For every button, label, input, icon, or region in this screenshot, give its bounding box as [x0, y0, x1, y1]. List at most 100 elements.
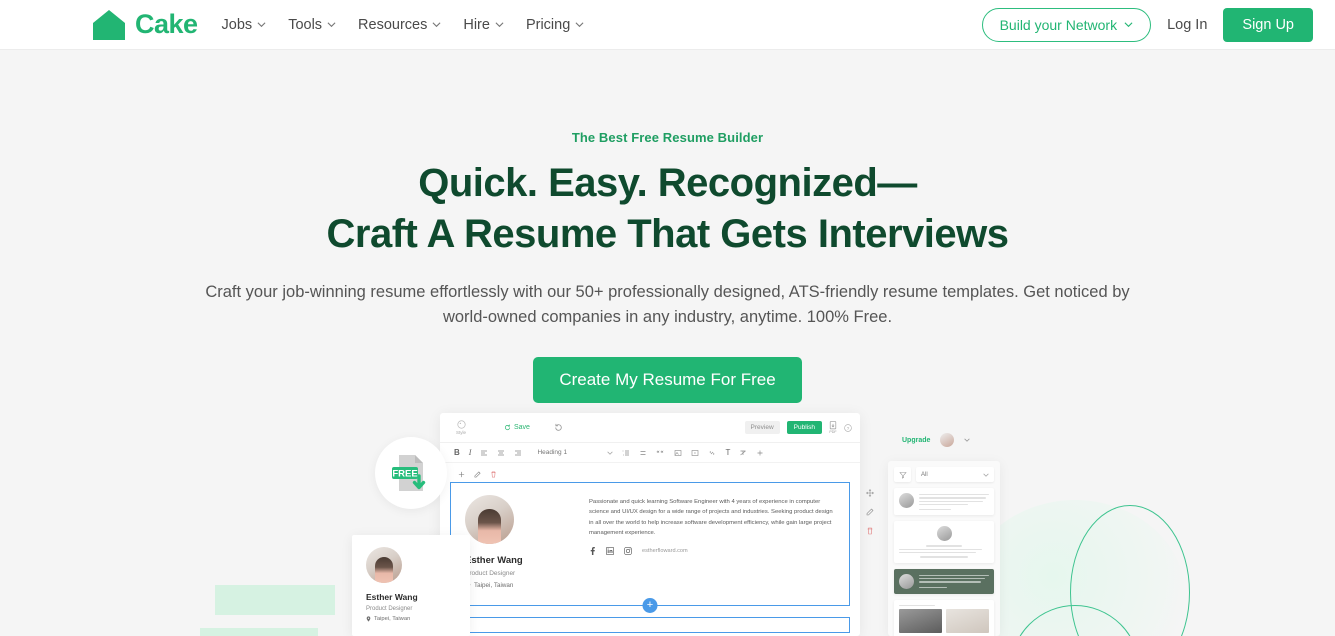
clear-format-icon[interactable] [739, 449, 747, 457]
location-pin-icon [366, 616, 371, 622]
pdf-download-icon [829, 420, 837, 429]
signup-button[interactable]: Sign Up [1223, 7, 1313, 42]
template-panel-header: All [894, 467, 994, 482]
save-button[interactable]: Save [504, 424, 530, 431]
preview-location: Taipei, Taiwan [366, 616, 456, 622]
numbered-list-icon[interactable] [622, 449, 630, 457]
delete-block-icon[interactable] [490, 471, 497, 478]
add-block-icon[interactable] [458, 471, 465, 478]
nav-item-resources[interactable]: Resources [358, 17, 441, 33]
resume-website[interactable]: estherfloward.com [642, 548, 688, 554]
logo[interactable]: Cake [92, 9, 198, 41]
chevron-down-icon[interactable] [964, 437, 971, 443]
build-network-label: Build your Network [999, 16, 1118, 33]
instagram-icon[interactable] [624, 547, 632, 556]
help-icon[interactable]: ? [844, 423, 852, 432]
italic-button[interactable]: I [469, 448, 472, 457]
nav-item-label: Resources [358, 16, 428, 33]
editor-topbar-actions: Preview Publish PDF ? [744, 420, 852, 435]
svg-text:?: ? [847, 425, 850, 430]
edit-block-icon[interactable] [474, 471, 481, 478]
template-card[interactable] [894, 599, 994, 636]
build-network-button[interactable]: Build your Network [981, 7, 1152, 42]
align-left-icon[interactable] [480, 449, 488, 457]
link-icon[interactable] [708, 449, 716, 457]
editor-topbar: Style Save Preview Publish PDF ? [440, 413, 860, 443]
editor-account-strip: Upgrade [860, 427, 1010, 453]
nav-item-hire[interactable]: Hire [463, 17, 504, 33]
nav-item-label: Pricing [525, 16, 571, 33]
header-actions: Build your Network Log In Sign Up [981, 7, 1313, 42]
nav-item-tools[interactable]: Tools [288, 17, 336, 33]
resume-header-block[interactable]: Esther Wang Product Designer Taipei, Tai… [450, 482, 874, 613]
chevron-down-icon [1124, 22, 1133, 28]
publish-button[interactable]: Publish [786, 421, 822, 434]
text-color-button[interactable]: T [725, 448, 730, 457]
svg-text:“: “ [657, 451, 660, 457]
move-icon[interactable] [866, 489, 874, 497]
svg-text:“: “ [661, 451, 664, 457]
chevron-down-icon [495, 22, 504, 28]
resume-summary: Passionate and quick learning Software E… [589, 495, 835, 593]
preview-button[interactable]: Preview [744, 421, 780, 434]
download-pdf-button[interactable]: PDF [829, 420, 837, 435]
nav-item-label: Tools [288, 16, 323, 33]
style-button[interactable]: Style [448, 420, 474, 435]
quote-icon[interactable]: ““ [656, 449, 665, 457]
create-resume-button[interactable]: Create My Resume For Free [533, 357, 802, 404]
linkedin-icon[interactable] [606, 547, 614, 556]
nav-item-label: Jobs [221, 16, 253, 33]
free-download-document-icon: FREE [392, 455, 426, 491]
avatar [936, 526, 952, 542]
heading-select[interactable]: Heading 1 [537, 449, 614, 456]
template-text-lines [919, 493, 989, 511]
resume-next-block[interactable] [450, 617, 850, 633]
template-thumbnail [946, 608, 989, 633]
align-center-icon[interactable] [497, 449, 505, 457]
avatar [899, 573, 914, 589]
template-card[interactable] [894, 488, 994, 516]
resume-preview-card[interactable]: Esther Wang Product Designer Taipei, Tai… [352, 535, 470, 636]
resume-location: Taipei, Taiwan [465, 582, 573, 589]
facebook-icon[interactable] [589, 547, 596, 556]
login-link[interactable]: Log In [1167, 17, 1207, 33]
bold-button[interactable]: B [454, 448, 460, 457]
align-right-icon[interactable] [514, 449, 522, 457]
resume-bio: Passionate and quick learning Software E… [589, 499, 833, 536]
filter-button[interactable] [894, 467, 911, 482]
page-title: Quick. Easy. Recognized— Craft A Resume … [0, 158, 1335, 260]
video-icon[interactable] [691, 449, 699, 457]
nav-item-jobs[interactable]: Jobs [222, 17, 267, 33]
template-card[interactable] [894, 568, 994, 594]
formatting-toolbar: B I Heading 1 ““ T [440, 443, 860, 463]
bulleted-list-icon[interactable] [639, 449, 647, 457]
resume-identity: Esther Wang Product Designer Taipei, Tai… [465, 495, 573, 593]
avatar[interactable] [940, 433, 955, 447]
preview-location-label: Taipei, Taiwan [374, 616, 411, 622]
add-icon[interactable] [756, 449, 764, 457]
hero-subtitle: Craft your job-winning resume effortless… [205, 283, 1130, 326]
undo-icon [555, 423, 562, 431]
image-icon[interactable] [674, 449, 682, 457]
block-side-tools [866, 489, 874, 535]
template-card[interactable] [894, 521, 994, 563]
logo-text: Cake [135, 9, 198, 39]
chevron-down-icon [257, 22, 266, 28]
template-filter-value: All [921, 471, 928, 478]
cake-pentagon-logo-icon [93, 9, 125, 40]
nav-item-pricing[interactable]: Pricing [526, 17, 584, 33]
template-thumbnail [899, 608, 942, 633]
add-section-button[interactable]: + [642, 597, 658, 613]
avatar [899, 493, 914, 508]
preview-name: Esther Wang [366, 592, 418, 602]
template-panel: All [888, 461, 1000, 636]
chevron-down-icon [607, 451, 614, 455]
template-text-lines [919, 574, 989, 589]
pdf-label: PDF [829, 430, 837, 435]
edit-icon[interactable] [866, 508, 874, 516]
undo-button[interactable] [554, 423, 563, 432]
delete-icon[interactable] [866, 527, 874, 535]
template-filter-select[interactable]: All [916, 467, 994, 482]
resume-location-label: Taipei, Taiwan [474, 582, 514, 589]
upgrade-link[interactable]: Upgrade [902, 437, 930, 444]
